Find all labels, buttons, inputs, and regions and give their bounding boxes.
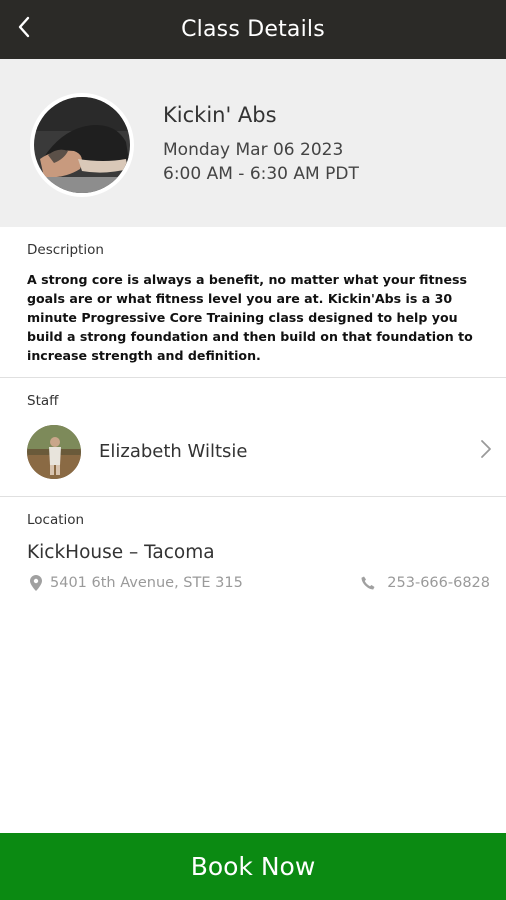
phone-icon [361,576,375,590]
divider [0,496,506,497]
class-time: 6:00 AM - 6:30 AM PDT [163,164,359,184]
staff-row[interactable]: Elizabeth Wiltsie [0,420,506,486]
page-title: Class Details [181,17,325,42]
location-name: KickHouse – Tacoma [27,542,215,563]
staff-label: Staff [27,393,59,409]
header-bar: Class Details [0,0,506,59]
class-summary: Kickin' Abs Monday Mar 06 2023 6:00 AM -… [0,59,506,227]
description-text: A strong core is always a benefit, no ma… [27,272,473,363]
class-date: Monday Mar 06 2023 [163,140,344,160]
location-label: Location [27,512,85,528]
address-text: 5401 6th Avenue, STE 315 [50,575,243,591]
class-image [30,93,134,197]
chevron-left-icon [18,16,30,38]
location-phone[interactable]: 253-666-6828 [361,575,490,591]
staff-avatar [27,425,81,479]
chevron-right-icon [481,440,491,458]
phone-text: 253-666-6828 [387,575,490,591]
staff-name: Elizabeth Wiltsie [99,441,248,462]
map-pin-icon [30,575,42,591]
description-label: Description [27,242,104,258]
class-name: Kickin' Abs [163,103,277,127]
back-button[interactable] [10,10,38,44]
location-address[interactable]: 5401 6th Avenue, STE 315 [30,575,243,591]
divider [0,377,506,378]
book-now-button[interactable]: Book Now [0,833,506,900]
